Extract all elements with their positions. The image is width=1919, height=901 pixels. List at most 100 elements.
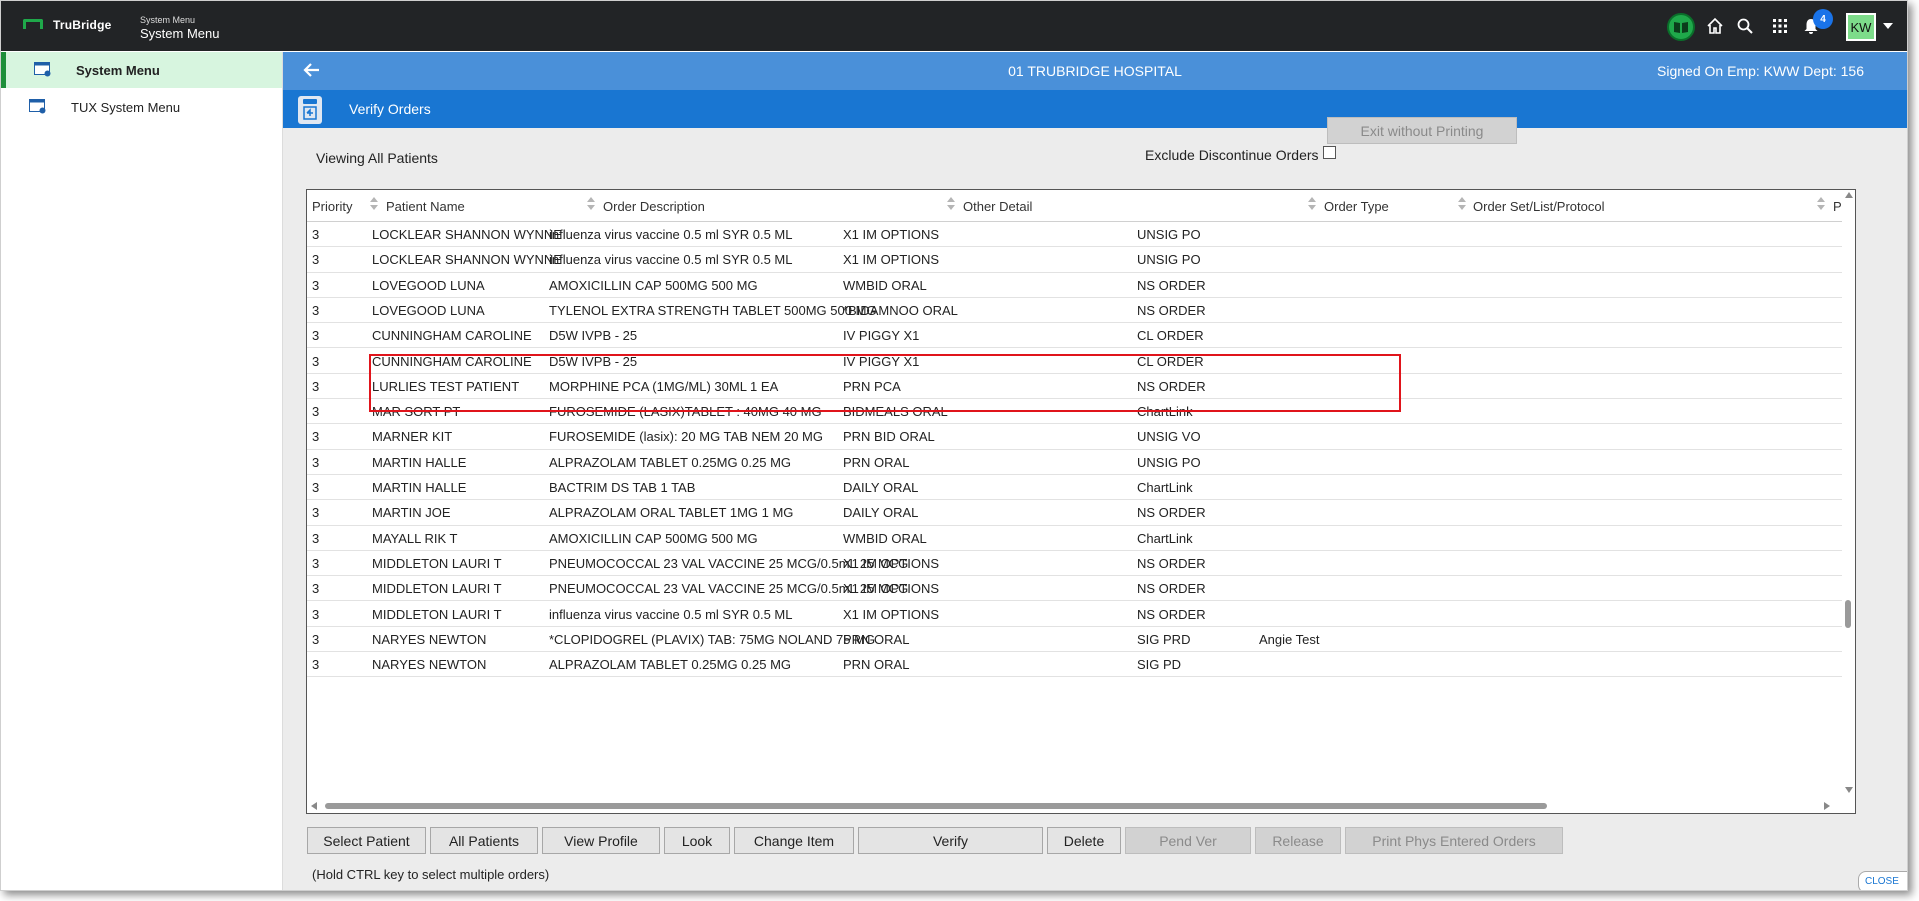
column-header-p[interactable]: P [1833, 199, 1842, 214]
select-patient-button[interactable]: Select Patient [307, 827, 426, 854]
brand-logo[interactable]: TruBridge [23, 18, 111, 32]
page-title: Verify Orders [349, 101, 431, 117]
print-phys-entered-orders-button[interactable]: Print Phys Entered Orders [1345, 827, 1563, 854]
cell-order-type: UNSIG PO [1137, 227, 1201, 242]
home-icon[interactable] [1704, 15, 1726, 37]
cell-priority: 3 [312, 429, 320, 445]
sort-icon[interactable] [947, 197, 955, 211]
cell-patient-name: LURLIES TEST PATIENT [372, 378, 520, 394]
table-row[interactable]: 3 LOVEGOOD LUNA TYLENOL EXTRA STRENGTH TAB… [307, 298, 1842, 324]
cell-patient-name: MIDDLETON LAURI T [372, 606, 502, 622]
clipboard-icon [298, 96, 322, 124]
book-icon[interactable] [1667, 13, 1695, 41]
cell-patient-name: NARYES NEWTON [372, 631, 487, 647]
cell-priority: 3 [312, 378, 320, 394]
table-row[interactable]: 3 MARTIN HALLE BACTRIM DS TAB 1 TAB DAILY O… [307, 475, 1842, 501]
cell-patient-name: LOVEGOOD LUNA [372, 302, 485, 318]
cell-other-detail: IV PIGGY X1 [843, 328, 920, 344]
table-row[interactable]: 3 MARTIN HALLE ALPRAZOLAM TABLET 0.25MG 0.… [307, 450, 1842, 475]
table-row[interactable]: 3 MIDDLETON LAURI T influenza virus vaccin… [307, 602, 1842, 627]
exclude-discontinue-checkbox[interactable] [1322, 145, 1336, 159]
column-header-patient-name[interactable]: Patient Name [386, 199, 465, 214]
exit-without-printing-button[interactable]: Exit without Printing [1327, 117, 1517, 144]
table-row[interactable]: 3 LOCKLEAR SHANNON WYNNE influenza virus v… [307, 247, 1842, 273]
scroll-right-icon[interactable] [1824, 802, 1830, 810]
cell-order-type: NS ORDER [1137, 505, 1206, 521]
table-row[interactable]: 3 CUNNINGHAM CAROLINE D5W IVPB - 25 IV PIGG… [307, 349, 1842, 374]
table-row[interactable]: 3 MIDDLETON LAURI T PNEUMOCOCCAL 23 VAL VA… [307, 576, 1842, 602]
cell-order-type: NS ORDER [1137, 581, 1206, 597]
scroll-down-icon[interactable] [1845, 787, 1853, 793]
change-item-button[interactable]: Change Item [734, 827, 854, 854]
pend-ver-button[interactable]: Pend Ver [1125, 827, 1251, 854]
cell-patient-name: LOCKLEAR SHANNON WYNNE [372, 227, 562, 242]
table-row[interactable]: 3 CUNNINGHAM CAROLINE D5W IVPB - 25 IV PIGG… [307, 323, 1842, 349]
scroll-up-icon[interactable] [1845, 192, 1853, 198]
scroll-left-icon[interactable] [311, 802, 317, 810]
vertical-scroll-thumb[interactable] [1845, 600, 1851, 628]
cell-priority: 3 [312, 227, 320, 242]
horizontal-scroll-thumb[interactable] [325, 803, 1547, 809]
close-tab[interactable]: CLOSE [1858, 871, 1907, 890]
window-settings-icon [34, 62, 51, 77]
horizontal-scrollbar[interactable] [307, 798, 1855, 813]
main-panel: 01 TRUBRIDGE HOSPITAL Signed On Emp: KWW… [283, 52, 1907, 890]
table-row[interactable]: 3 NARYES NEWTON *CLOPIDOGREL (PLAVIX) TAB:… [307, 627, 1842, 653]
cell-order-type: ChartLink [1137, 480, 1193, 495]
column-header-priority[interactable]: Priority [312, 199, 352, 214]
cell-order-set: Angie Test [1259, 631, 1320, 647]
column-header-order-description[interactable]: Order Description [603, 199, 705, 214]
cell-other-detail: X1 IM OPTIONS [843, 252, 940, 268]
avatar[interactable]: KW [1846, 13, 1876, 41]
table-row[interactable]: 3 LOVEGOOD LUNA AMOXICILLIN CAP 500MG 500 … [307, 273, 1842, 298]
cell-patient-name: MARTIN JOE [372, 505, 451, 521]
cell-other-detail: PRN ORAL [843, 657, 910, 673]
search-icon[interactable] [1734, 15, 1756, 37]
table-row[interactable]: 3 MARNER KIT FUROSEMIDE (lasix): 20 MG TAB… [307, 424, 1842, 450]
cell-other-detail: PRN PCA [843, 378, 901, 394]
sidebar-item-tux-system-menu[interactable]: TUX System Menu [1, 89, 282, 125]
cell-order-description: ALPRAZOLAM TABLET 0.25MG 0.25 MG [549, 657, 792, 673]
cell-order-type: ChartLink [1137, 530, 1193, 546]
table-row[interactable]: 3 MAR SORT PT FUROSEMIDE (LASIX)TABLET : 4… [307, 399, 1842, 425]
exclude-discontinue-toggle[interactable]: Exclude Discontinue Orders [1145, 145, 1336, 163]
cell-other-detail: X1 IM OPTIONS [843, 227, 940, 242]
cell-patient-name: LOVEGOOD LUNA [372, 277, 485, 293]
cell-patient-name: MARTIN HALLE [372, 480, 467, 495]
chevron-down-icon[interactable] [1883, 23, 1893, 29]
cell-other-detail: X1 IM OPTIONS [843, 555, 940, 571]
sort-icon[interactable] [1308, 197, 1316, 211]
sidebar-item-system-menu[interactable]: System Menu [1, 52, 282, 88]
cell-order-description: FUROSEMIDE (LASIX)TABLET : 40MG 40 MG [549, 404, 822, 420]
cell-other-detail: WMBID ORAL [843, 530, 927, 546]
multi-select-hint: (Hold CTRL key to select multiple orders… [312, 867, 550, 882]
column-header-order-type[interactable]: Order Type [1324, 199, 1389, 214]
view-profile-button[interactable]: View Profile [542, 827, 660, 854]
column-header-other-detail[interactable]: Other Detail [963, 199, 1032, 214]
table-row[interactable]: 3 MIDDLETON LAURI T PNEUMOCOCCAL 23 VAL VA… [307, 551, 1842, 577]
sort-icon[interactable] [587, 197, 595, 211]
delete-button[interactable]: Delete [1047, 827, 1121, 854]
look-button[interactable]: Look [664, 827, 730, 854]
release-button[interactable]: Release [1255, 827, 1341, 854]
cell-order-description: AMOXICILLIN CAP 500MG 500 MG [549, 277, 758, 293]
sort-icon[interactable] [1817, 197, 1825, 211]
verify-button[interactable]: Verify [858, 827, 1043, 854]
sort-icon[interactable] [1458, 197, 1466, 211]
cell-order-type: CL ORDER [1137, 328, 1204, 344]
sort-icon[interactable] [370, 197, 378, 211]
vertical-scrollbar[interactable] [1842, 190, 1855, 798]
apps-grid-icon[interactable] [1769, 15, 1791, 37]
table-row[interactable]: 3 LURLIES TEST PATIENT MORPHINE PCA (1MG/M… [307, 374, 1842, 400]
all-patients-button[interactable]: All Patients [430, 827, 538, 854]
table-row[interactable]: 3 MARTIN JOE ALPRAZOLAM ORAL TABLET 1MG 1 … [307, 500, 1842, 526]
column-header-order-set[interactable]: Order Set/List/Protocol [1473, 199, 1605, 214]
table-row[interactable]: 3 MAYALL RIK T AMOXICILLIN CAP 500MG 500 M… [307, 526, 1842, 551]
cell-order-type: SIG PRD [1137, 631, 1191, 647]
cell-patient-name: LOCKLEAR SHANNON WYNNE [372, 252, 562, 268]
app-window: TruBridge System Menu System Menu 4 KW S… [0, 0, 1908, 891]
table-row[interactable]: 3 LOCKLEAR SHANNON WYNNE influenza virus v… [307, 222, 1842, 248]
cell-order-type: UNSIG PO [1137, 454, 1201, 470]
table-row[interactable]: 3 NARYES NEWTON ALPRAZOLAM TABLET 0.25MG 0… [307, 652, 1842, 678]
cell-order-description: MORPHINE PCA (1MG/ML) 30ML 1 EA [549, 378, 779, 394]
